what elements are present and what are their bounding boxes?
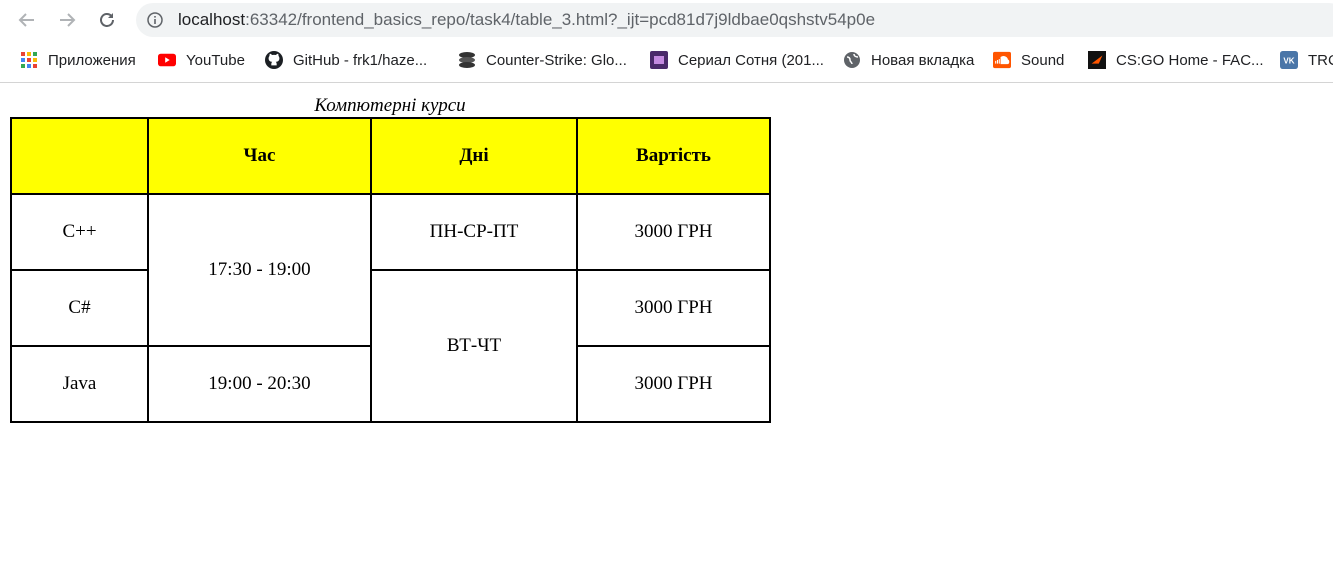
address-bar[interactable]: localhost:63342/frontend_basics_repo/tas… — [136, 3, 1333, 37]
github-icon — [265, 51, 283, 69]
info-icon[interactable] — [147, 12, 163, 28]
course-cell: C# — [10, 269, 149, 347]
svg-text:VK: VK — [1283, 57, 1294, 66]
bookmark-label: Приложения — [48, 51, 136, 69]
table-row: C# ВТ-ЧТ 3000 ГРН — [10, 269, 771, 423]
globe-icon — [843, 51, 861, 69]
bookmark-series[interactable]: Сериал Сотня (201... — [650, 40, 824, 80]
course-cell: C++ — [10, 193, 149, 271]
bookmark-label: Сериал Сотня (201... — [678, 51, 824, 69]
url-host: localhost — [178, 10, 246, 29]
bookmark-label: YouTube — [186, 51, 245, 69]
apps-grid-icon — [20, 51, 38, 69]
time-cell: 17:30 - 19:00 — [147, 193, 372, 347]
youtube-icon — [158, 51, 176, 69]
bookmark-label: Counter-Strike: Glo... — [486, 51, 627, 69]
header-cell-empty — [10, 117, 149, 195]
reload-icon — [100, 13, 114, 27]
table-caption: Компютерні курси — [314, 95, 466, 116]
arrow-left-icon — [18, 13, 34, 27]
bookmark-apps[interactable]: Приложения — [20, 40, 136, 80]
time-cell: 19:00 - 20:30 — [147, 345, 372, 423]
browser-toolbar: localhost:63342/frontend_basics_repo/tas… — [0, 0, 1333, 40]
bookmark-new-tab[interactable]: Новая вкладка — [843, 40, 974, 80]
bookmark-sound[interactable]: Sound — [993, 40, 1064, 80]
header-cell-days: Дні — [370, 117, 578, 195]
bookmark-label: GitHub - frk1/haze... — [293, 51, 428, 69]
header-cell-price: Вартість — [576, 117, 771, 195]
forward-button[interactable] — [55, 8, 79, 32]
bookmark-github[interactable]: GitHub - frk1/haze... — [265, 40, 427, 80]
price-cell: 3000 ГРН — [576, 269, 771, 347]
course-cell: Java — [10, 345, 149, 423]
price-cell: 3000 ГРН — [576, 193, 771, 271]
vk-icon: VK — [1280, 51, 1298, 69]
back-button[interactable] — [15, 8, 39, 32]
header-cell-time: Час — [147, 117, 372, 195]
film-icon — [650, 51, 668, 69]
bookmark-label: CS:GO Home - FAC... — [1116, 51, 1264, 69]
days-cell: ПН-СР-ПТ — [370, 193, 578, 271]
bookmark-vk[interactable]: VK TRC — [1280, 40, 1333, 80]
url-path: :63342/frontend_basics_repo/task4/table_… — [245, 10, 876, 29]
courses-table: Час Дні Вартість C++ 17:30 - 19:00 ПН-СР… — [10, 117, 771, 423]
arrow-right-icon — [60, 13, 76, 27]
reload-button[interactable] — [95, 8, 119, 32]
bookmark-counter-strike[interactable]: Counter-Strike: Glo... — [458, 40, 627, 80]
faceit-icon — [1088, 51, 1106, 69]
bookmark-youtube[interactable]: YouTube — [158, 40, 245, 80]
bookmark-label: TRC — [1308, 51, 1333, 69]
url-text[interactable]: localhost:63342/frontend_basics_repo/tas… — [178, 3, 875, 37]
database-stack-icon — [458, 51, 476, 69]
table-header-row: Час Дні Вартість — [10, 117, 771, 195]
bookmark-csgo-faceit[interactable]: CS:GO Home - FAC... — [1088, 40, 1264, 80]
bookmark-label: Sound — [1021, 51, 1065, 69]
table-row: C++ 17:30 - 19:00 ПН-СР-ПТ 3000 ГРН — [10, 193, 771, 347]
bookmark-label: Новая вкладка — [871, 51, 975, 69]
days-cell: ВТ-ЧТ — [370, 269, 578, 423]
price-cell: 3000 ГРН — [576, 345, 771, 423]
soundcloud-icon — [993, 51, 1011, 69]
bookmarks-bar: Приложения YouTube GitHub - frk1/haze...… — [0, 40, 1333, 83]
